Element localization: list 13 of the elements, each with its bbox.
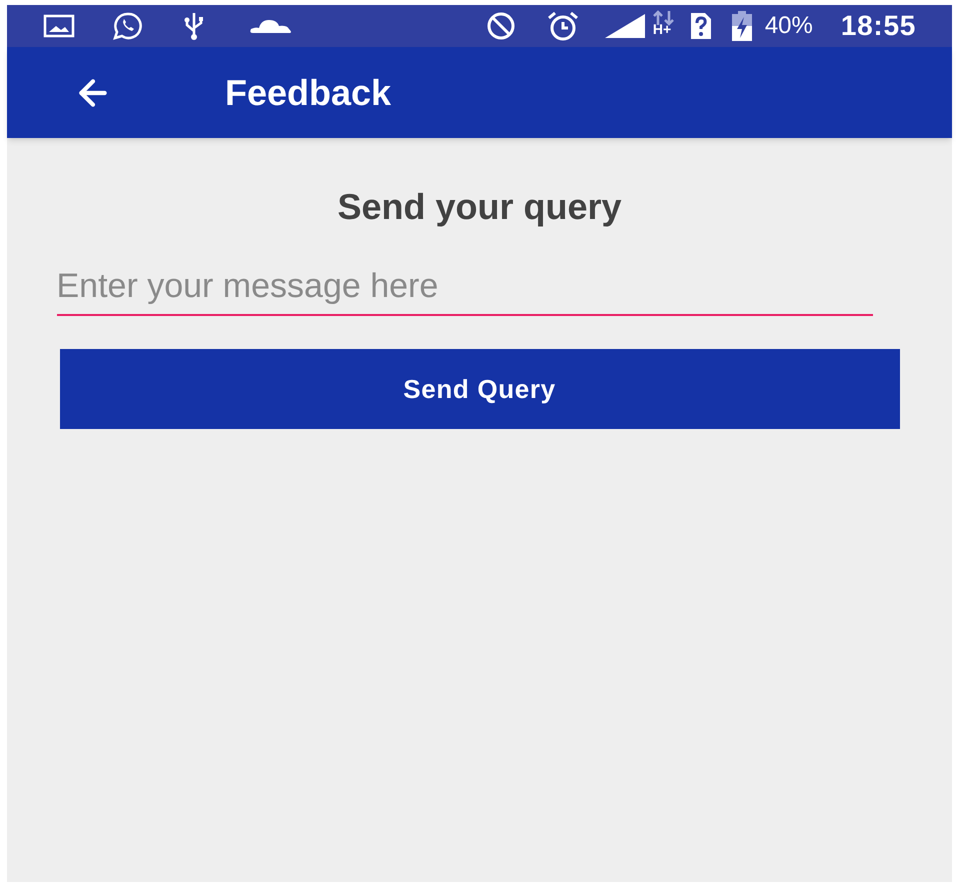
image-icon (43, 14, 75, 38)
signal-icon (602, 12, 647, 40)
chat-bubble-icon (111, 11, 145, 41)
send-query-button[interactable]: Send Query (60, 349, 900, 429)
battery-percentage: 40% (764, 11, 813, 41)
form-heading: Send your query (337, 185, 622, 229)
data-arrows-icon (650, 10, 677, 26)
usb-icon (183, 11, 205, 41)
message-field[interactable]: Enter your message here (56, 261, 872, 316)
page-title: Feedback (225, 70, 392, 114)
network-type: H+ (652, 22, 672, 36)
battery-charging-icon (730, 10, 753, 42)
clock-time: 18:55 (840, 9, 916, 43)
